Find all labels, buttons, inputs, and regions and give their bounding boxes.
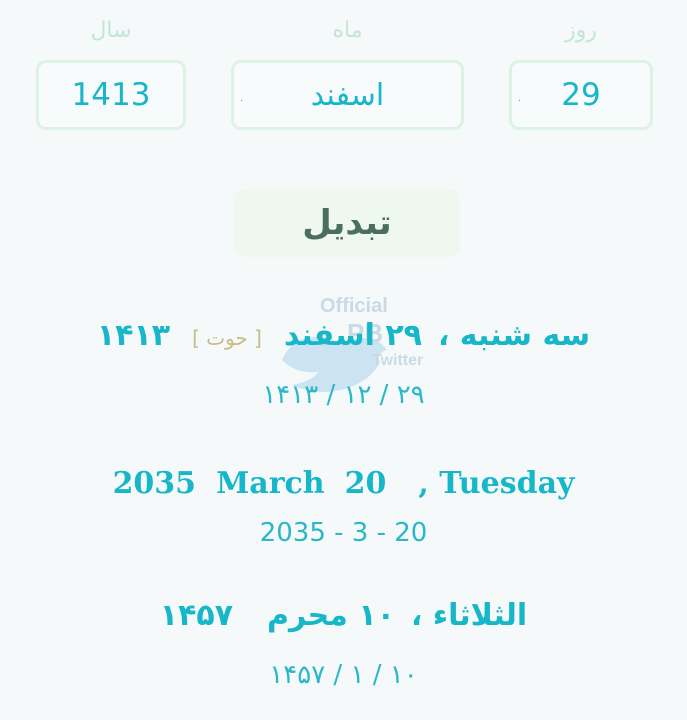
hijri-weekday: الثلاثاء ، xyxy=(410,598,528,633)
year-label: سال xyxy=(90,18,132,43)
watermark-line3: Twitter xyxy=(372,352,423,369)
gregorian-month: March xyxy=(216,466,325,501)
month-spinner-indicator-icon: · xyxy=(240,96,244,107)
day-value: 29 xyxy=(561,77,601,113)
month-picker[interactable]: · اسفند xyxy=(231,60,464,130)
month-label: ماه xyxy=(332,18,363,43)
month-value: اسفند xyxy=(310,77,385,113)
shamsi-weekday: سه شنبه ، xyxy=(437,318,591,353)
convert-button[interactable]: تبدیل xyxy=(234,189,460,257)
day-spinner-indicator-icon: · xyxy=(518,96,522,107)
shamsi-year: ۱۴۱۳ xyxy=(96,318,171,353)
gregorian-numeric-value: 2035 - 3 - 20 xyxy=(259,518,428,548)
gregorian-date-line: 2035 March 20 , Tuesday xyxy=(0,466,687,501)
hijri-year: ۱۴۵۷ xyxy=(159,598,234,633)
day-label: روز xyxy=(565,18,597,43)
shamsi-numeric-date: ۲۹ / ۱۲ / ۱۴۱۳ xyxy=(0,380,687,410)
gregorian-year: 2035 xyxy=(112,466,197,501)
shamsi-day-month: ۲۹ اسفند xyxy=(283,318,422,353)
hijri-numeric-date: ۱۰ / ۱ / ۱۴۵۷ xyxy=(0,660,687,690)
gregorian-day: 20 xyxy=(344,466,387,501)
day-picker[interactable]: · 29 xyxy=(509,60,653,130)
watermark-line1: Official xyxy=(320,295,388,317)
hijri-day-month: ۱۰ محرم xyxy=(267,598,395,633)
hijri-date-line: الثلاثاء ، ۱۰ محرم ۱۴۵۷ xyxy=(0,598,687,633)
shamsi-numeric-value: ۲۹ / ۱۲ / ۱۴۱۳ xyxy=(262,380,425,410)
convert-button-label: تبدیل xyxy=(302,203,392,243)
year-field[interactable]: 1413 xyxy=(36,60,186,130)
gregorian-numeric-date: 2035 - 3 - 20 xyxy=(0,518,687,548)
shamsi-season: [ حوت ] xyxy=(192,326,262,350)
shamsi-date-line: سه شنبه ، ۲۹ اسفند [ حوت ] ۱۴۱۳ xyxy=(0,318,687,353)
year-value: 1413 xyxy=(71,77,151,113)
gregorian-weekday: , Tuesday xyxy=(418,466,575,501)
hijri-numeric-value: ۱۰ / ۱ / ۱۴۵۷ xyxy=(269,660,418,690)
